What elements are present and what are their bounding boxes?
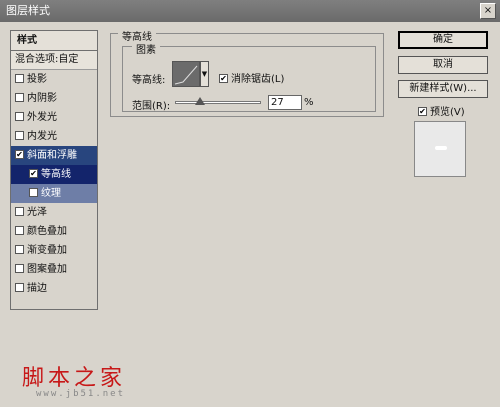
ok-button[interactable]: 确定 — [398, 31, 488, 49]
checkbox-icon[interactable] — [15, 130, 24, 140]
sidebar-item-bevel-emboss[interactable]: ✔ 斜面和浮雕 — [11, 146, 97, 165]
window-title: 图层样式 — [6, 4, 50, 17]
checkbox-icon[interactable] — [15, 282, 24, 292]
chevron-down-icon[interactable]: ▼ — [200, 61, 209, 87]
elements-group-title: 图素 — [132, 41, 160, 56]
item-label: 内阴影 — [27, 93, 57, 104]
item-label: 等高线 — [41, 169, 71, 180]
item-label: 颜色叠加 — [27, 226, 67, 237]
range-slider-thumb[interactable] — [195, 97, 205, 105]
item-label: 渐变叠加 — [27, 245, 67, 256]
checkbox-icon[interactable] — [15, 111, 24, 121]
sidebar-item-inner-glow[interactable]: 内发光 — [11, 127, 97, 146]
close-icon[interactable]: × — [480, 3, 496, 19]
range-label: 范围(R): — [132, 101, 171, 112]
style-list: 样式 混合选项:自定 投影 内阴影 外发光 内发光 ✔ 斜面和浮雕 ✔ 等高线 纹理… — [10, 30, 98, 310]
sidebar-item-contour[interactable]: ✔ 等高线 — [11, 165, 97, 184]
item-label: 纹理 — [41, 188, 61, 199]
sidebar-item-drop-shadow[interactable]: 投影 — [11, 70, 97, 89]
checkbox-icon[interactable] — [15, 263, 24, 273]
sidebar-item-gradient-overlay[interactable]: 渐变叠加 — [11, 241, 97, 260]
contour-picker[interactable] — [172, 61, 200, 87]
style-list-header[interactable]: 样式 — [11, 31, 97, 51]
checkbox-icon[interactable] — [15, 244, 24, 254]
blending-options-item[interactable]: 混合选项:自定 — [11, 51, 97, 70]
checkbox-icon[interactable] — [15, 206, 24, 216]
cancel-button[interactable]: 取消 — [398, 56, 488, 74]
range-slider-track[interactable] — [175, 101, 261, 104]
sidebar-item-pattern-overlay[interactable]: 图案叠加 — [11, 260, 97, 279]
range-unit: % — [304, 97, 314, 108]
preview-checkbox[interactable]: ✔ 预览(V) — [418, 103, 465, 118]
antialias-checkbox[interactable]: ✔ 消除锯齿(L) — [219, 70, 284, 85]
sidebar-item-texture[interactable]: 纹理 — [11, 184, 97, 203]
checkbox-icon[interactable] — [15, 73, 24, 83]
item-label: 内发光 — [27, 131, 57, 142]
item-label: 投影 — [27, 74, 47, 85]
checkbox-icon[interactable] — [15, 92, 24, 102]
item-label: 光泽 — [27, 207, 47, 218]
range-input[interactable]: 27 — [268, 95, 302, 110]
item-label: 描边 — [27, 283, 47, 294]
new-style-button[interactable]: 新建样式(W)... — [398, 80, 488, 98]
preview-shape — [435, 146, 447, 150]
watermark-site-name: 脚本之家 — [22, 366, 127, 391]
checkbox-checked-icon[interactable]: ✔ — [29, 168, 38, 178]
antialias-label: 消除锯齿(L) — [231, 74, 285, 85]
checkbox-checked-icon[interactable]: ✔ — [15, 149, 24, 159]
sidebar-item-inner-shadow[interactable]: 内阴影 — [11, 89, 97, 108]
sidebar-item-outer-glow[interactable]: 外发光 — [11, 108, 97, 127]
item-label: 斜面和浮雕 — [27, 150, 77, 161]
contour-curve-icon — [174, 65, 198, 85]
checkbox-icon[interactable] — [15, 225, 24, 235]
title-bar: 图层样式 × — [0, 0, 500, 22]
contour-label: 等高线: — [132, 75, 166, 86]
preview-label: 预览(V) — [430, 107, 465, 118]
sidebar-item-satin[interactable]: 光泽 — [11, 203, 97, 222]
checkbox-checked-icon[interactable]: ✔ — [219, 73, 228, 83]
watermark-url: www.jb51.net — [36, 389, 126, 399]
checkbox-icon[interactable] — [29, 187, 38, 197]
sidebar-item-color-overlay[interactable]: 颜色叠加 — [11, 222, 97, 241]
item-label: 外发光 — [27, 112, 57, 123]
item-label: 图案叠加 — [27, 264, 67, 275]
sidebar-item-stroke[interactable]: 描边 — [11, 279, 97, 298]
checkbox-checked-icon[interactable]: ✔ — [418, 106, 427, 116]
